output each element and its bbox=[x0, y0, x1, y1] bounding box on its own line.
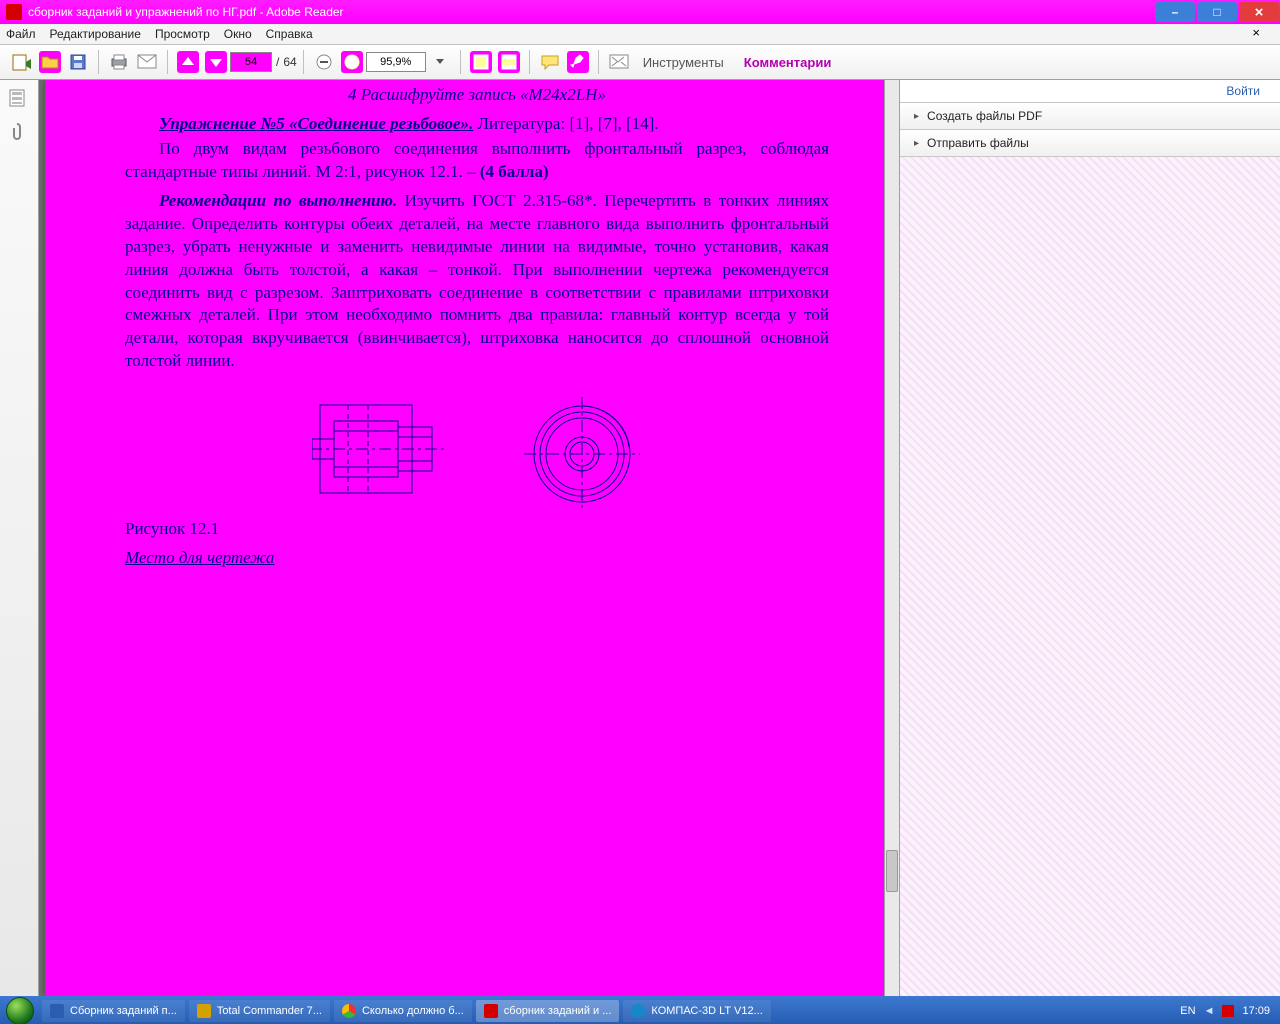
menu-view[interactable]: Просмотр bbox=[155, 27, 210, 41]
start-orb-icon bbox=[6, 997, 34, 1024]
doc-line-cut: 4 Расшифруйте запись «M24x2LH» bbox=[125, 84, 829, 107]
figure-left bbox=[312, 397, 452, 502]
panel-create-pdf[interactable]: Создать файлы PDF bbox=[900, 103, 1280, 130]
figure-right bbox=[522, 397, 642, 512]
task-word-label: Сборник заданий п... bbox=[70, 1005, 177, 1017]
minimize-button[interactable]: – bbox=[1155, 2, 1195, 22]
comments-link[interactable]: Комментарии bbox=[744, 55, 832, 70]
task-chrome[interactable]: Сколько должно б... bbox=[334, 1000, 472, 1022]
zoom-dropdown[interactable] bbox=[429, 51, 451, 73]
system-tray[interactable]: EN ◄ 17:09 bbox=[1180, 1005, 1280, 1017]
close-button[interactable]: × bbox=[1239, 2, 1279, 22]
task-chrome-label: Сколько должно б... bbox=[362, 1005, 464, 1017]
attachments-tab[interactable] bbox=[8, 122, 30, 144]
vertical-scrollbar[interactable] bbox=[884, 80, 899, 996]
thumbnails-tab[interactable] bbox=[8, 88, 30, 110]
export-pdf-button[interactable] bbox=[11, 51, 33, 73]
chrome-icon bbox=[342, 1004, 356, 1018]
read-mode-button[interactable] bbox=[608, 51, 630, 73]
pdf-page: 4 Расшифруйте запись «M24x2LH» Упражнени… bbox=[45, 80, 885, 996]
zoom-out-button[interactable] bbox=[313, 51, 335, 73]
menu-help[interactable]: Справка bbox=[266, 27, 313, 41]
print-button[interactable] bbox=[108, 51, 130, 73]
app-icon bbox=[6, 4, 22, 20]
kompas-icon bbox=[631, 1004, 645, 1018]
task-kompas-label: КОМПАС-3D LT V12... bbox=[651, 1005, 762, 1017]
tray-app-icon[interactable] bbox=[1222, 1005, 1234, 1017]
figure-caption: Рисунок 12.1 bbox=[125, 518, 829, 541]
save-button[interactable] bbox=[67, 51, 89, 73]
fit-page-button[interactable] bbox=[470, 51, 492, 73]
page-up-button[interactable] bbox=[177, 51, 199, 73]
doc-placeholder: Место для чертежа bbox=[125, 547, 829, 570]
document-viewport[interactable]: 4 Расшифруйте запись «M24x2LH» Упражнени… bbox=[39, 80, 899, 996]
open-button[interactable] bbox=[39, 51, 61, 73]
menu-file[interactable]: Файл bbox=[6, 27, 36, 41]
email-button[interactable] bbox=[136, 51, 158, 73]
document-close-button[interactable]: × bbox=[1252, 25, 1260, 40]
menu-window[interactable]: Окно bbox=[224, 27, 252, 41]
login-link[interactable]: Войти bbox=[900, 80, 1280, 103]
doc-paragraph-2: Рекомендации по выполнению. Изучить ГОСТ… bbox=[125, 190, 829, 374]
window-title: сборник заданий и упражнений по НГ.pdf -… bbox=[28, 5, 344, 19]
comment-button[interactable] bbox=[539, 51, 561, 73]
task-totalcmd-label: Total Commander 7... bbox=[217, 1005, 322, 1017]
scrollbar-thumb[interactable] bbox=[886, 850, 898, 892]
fit-width-button[interactable] bbox=[498, 51, 520, 73]
right-panel: Войти Создать файлы PDF Отправить файлы bbox=[899, 80, 1280, 996]
word-icon bbox=[50, 1004, 64, 1018]
task-totalcmd[interactable]: Total Commander 7... bbox=[189, 1000, 330, 1022]
panel-send-files[interactable]: Отправить файлы bbox=[900, 130, 1280, 157]
task-reader[interactable]: сборник заданий и ... bbox=[476, 1000, 620, 1022]
page-down-button[interactable] bbox=[205, 51, 227, 73]
task-kompas[interactable]: КОМПАС-3D LT V12... bbox=[623, 1000, 770, 1022]
side-tabs bbox=[0, 80, 39, 996]
toolbar: 54 / 64 95,9% Инструменты Комментарии bbox=[0, 45, 1280, 80]
title-bar: сборник заданий и упражнений по НГ.pdf -… bbox=[0, 0, 1280, 24]
taskbar: Сборник заданий п... Total Commander 7..… bbox=[0, 996, 1280, 1024]
task-reader-label: сборник заданий и ... bbox=[504, 1005, 612, 1017]
zoom-in-button[interactable] bbox=[341, 51, 363, 73]
highlight-button[interactable] bbox=[567, 51, 589, 73]
task-word[interactable]: Сборник заданий п... bbox=[42, 1000, 185, 1022]
tools-link[interactable]: Инструменты bbox=[643, 55, 724, 70]
tray-arrow-icon[interactable]: ◄ bbox=[1204, 1005, 1215, 1017]
maximize-button[interactable]: □ bbox=[1197, 2, 1237, 22]
zoom-level[interactable]: 95,9% bbox=[366, 52, 426, 72]
start-button[interactable] bbox=[0, 996, 40, 1024]
page-number-input[interactable]: 54 bbox=[230, 52, 272, 72]
doc-paragraph-1: По двум видам резьбового соединения выпо… bbox=[125, 138, 829, 184]
tray-clock[interactable]: 17:09 bbox=[1242, 1005, 1270, 1017]
work-area: 4 Расшифруйте запись «M24x2LH» Упражнени… bbox=[0, 80, 1280, 996]
panel-empty-area bbox=[900, 157, 1280, 996]
figure-group bbox=[125, 397, 829, 512]
page-total: 64 bbox=[283, 55, 296, 69]
page-separator: / bbox=[276, 55, 279, 69]
menu-bar: Файл Редактирование Просмотр Окно Справк… bbox=[0, 24, 1280, 45]
doc-exercise-head: Упражнение №5 «Соединение резьбовое». Ли… bbox=[125, 113, 829, 136]
pdf-icon bbox=[484, 1004, 498, 1018]
menu-edit[interactable]: Редактирование bbox=[50, 27, 141, 41]
tray-language[interactable]: EN bbox=[1180, 1005, 1195, 1017]
totalcmd-icon bbox=[197, 1004, 211, 1018]
